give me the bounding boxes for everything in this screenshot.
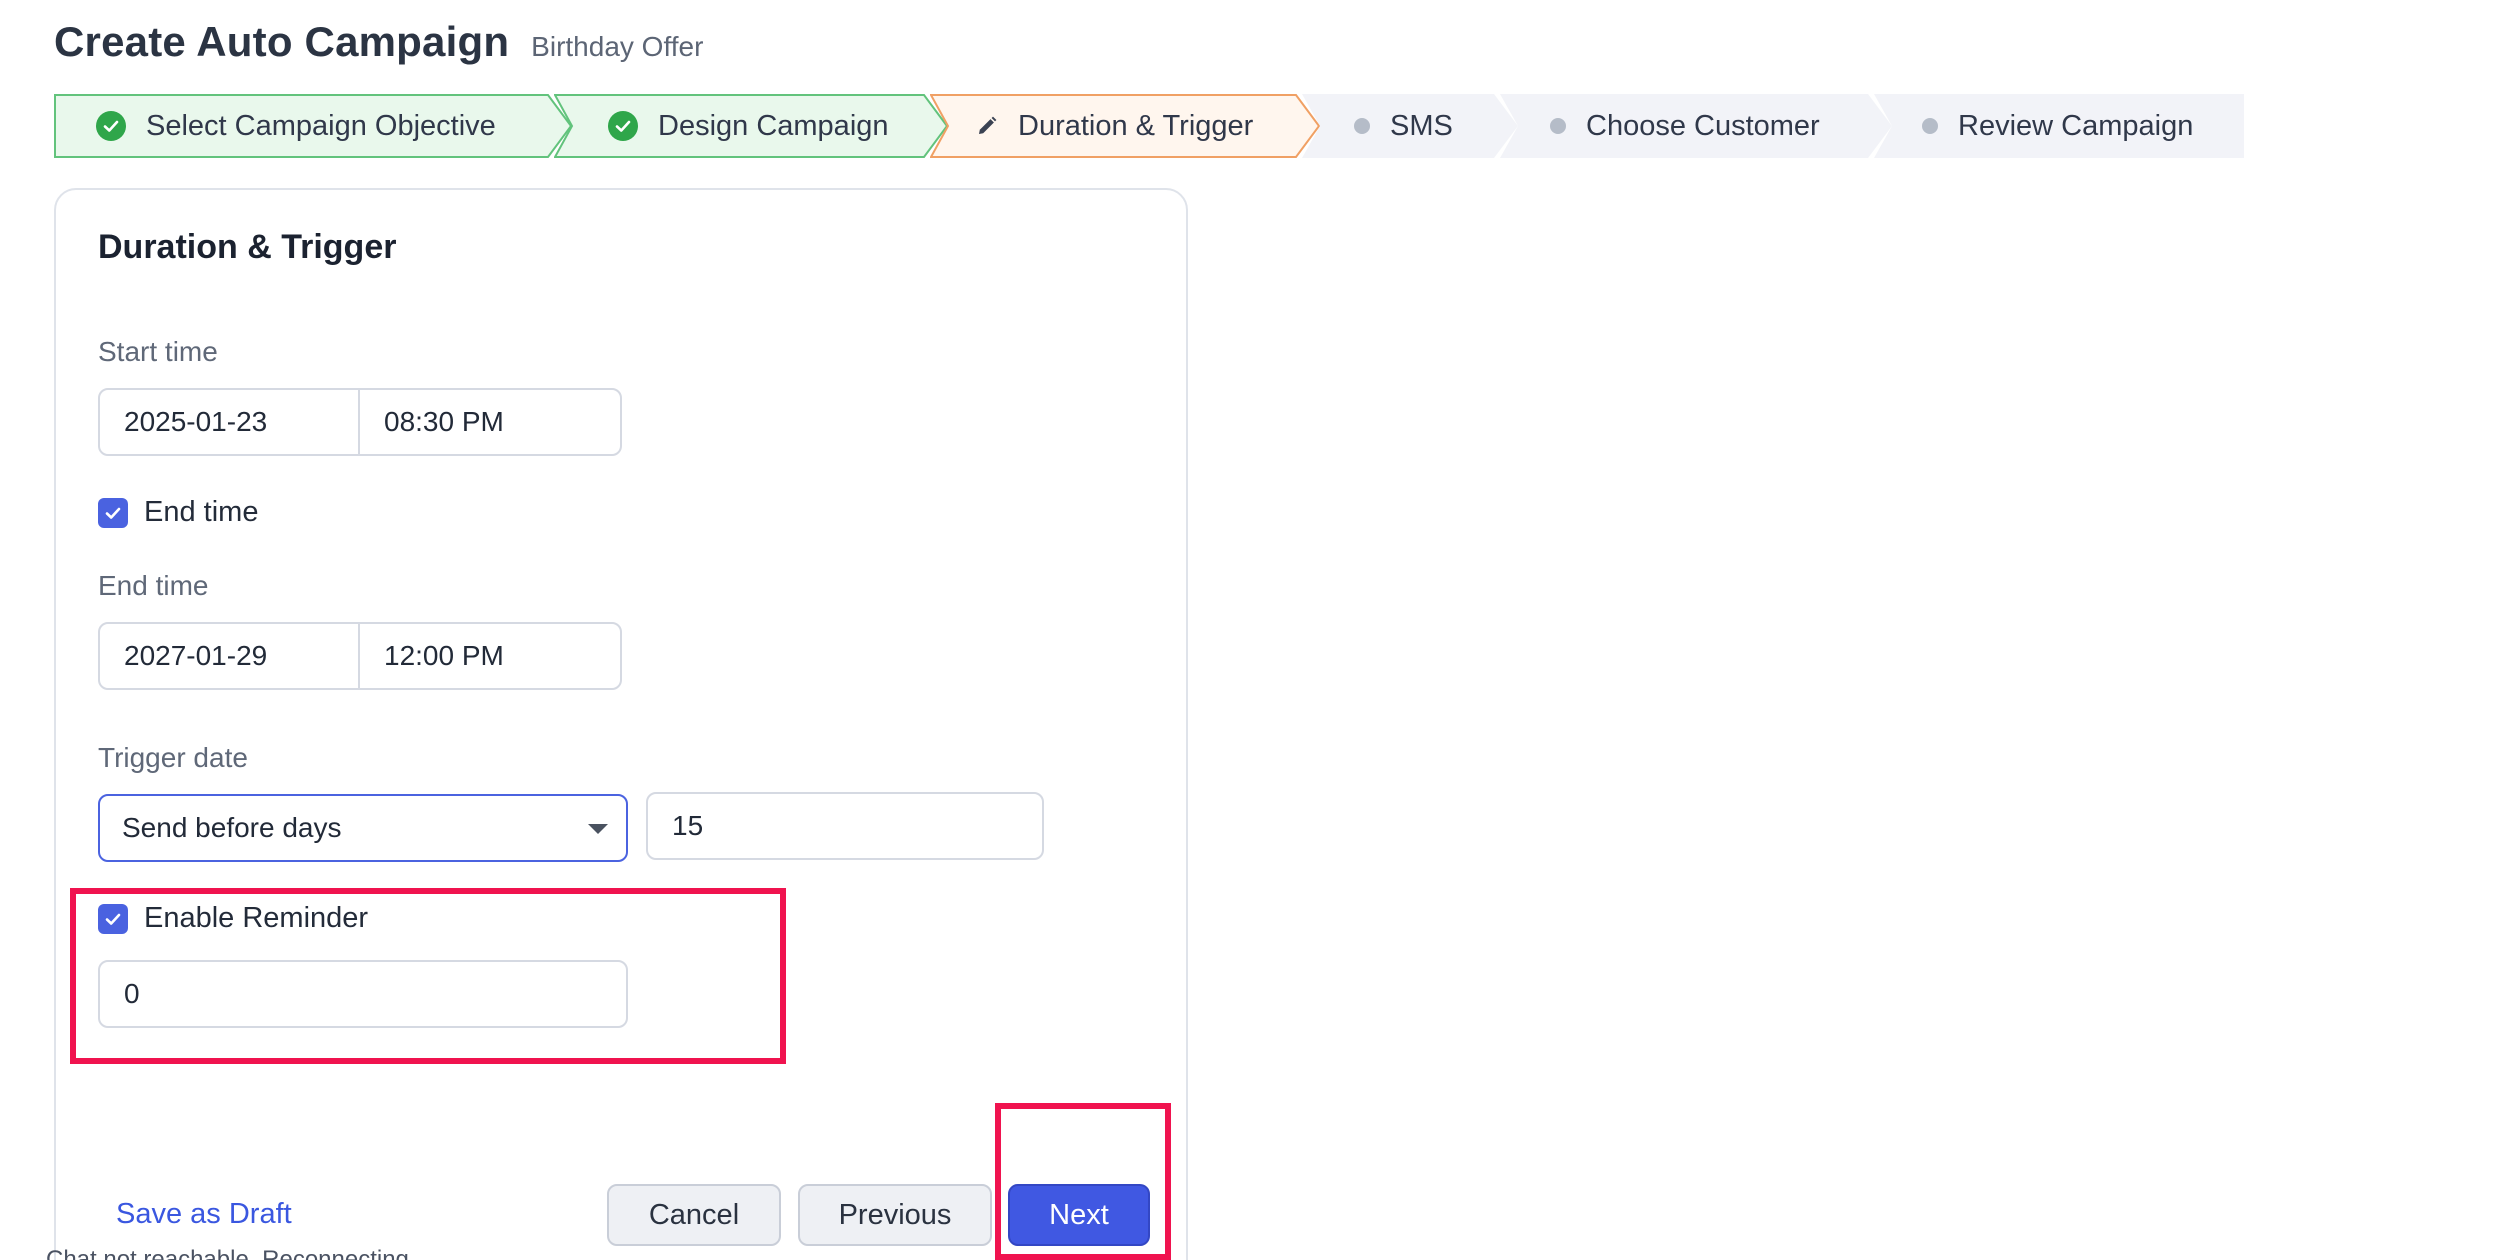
- step-label: Review Campaign: [1958, 109, 2194, 142]
- caret-down-icon: [588, 824, 608, 834]
- page-header: Create Auto Campaign Birthday Offer: [54, 18, 703, 66]
- page-title: Create Auto Campaign: [54, 18, 510, 65]
- pending-dot-icon: [1354, 118, 1370, 134]
- end-time-input[interactable]: 12:00 PM: [360, 624, 620, 688]
- trigger-type-select[interactable]: Send before days: [98, 794, 628, 862]
- check-circle-icon: [608, 111, 638, 141]
- section-title: Duration & Trigger: [98, 228, 397, 266]
- start-date-input[interactable]: 2025-01-23: [100, 390, 360, 454]
- start-time-input[interactable]: 08:30 PM: [360, 390, 620, 454]
- step-review-campaign[interactable]: Review Campaign: [1874, 94, 2244, 158]
- trigger-date-label: Trigger date: [98, 742, 248, 773]
- end-time-toggle[interactable]: End time: [98, 496, 258, 529]
- start-datetime-field: 2025-01-23 08:30 PM: [98, 388, 622, 456]
- check-circle-icon: [96, 111, 126, 141]
- chat-status-text: Chat not reachable. Reconnecting...: [46, 1246, 429, 1260]
- trigger-type-value: Send before days: [122, 812, 342, 843]
- cancel-button[interactable]: Cancel: [607, 1184, 781, 1246]
- pencil-icon: [976, 115, 998, 137]
- step-label: Design Campaign: [658, 109, 889, 142]
- step-label: Select Campaign Objective: [146, 109, 496, 142]
- progress-stepper: Select Campaign Objective Design Campaig…: [54, 94, 2244, 158]
- step-label: Duration & Trigger: [1018, 109, 1254, 142]
- next-button[interactable]: Next: [1008, 1184, 1150, 1246]
- end-time-label: End time: [98, 570, 209, 601]
- end-date-input[interactable]: 2027-01-29: [100, 624, 360, 688]
- step-select-campaign-objective[interactable]: Select Campaign Objective: [54, 94, 572, 158]
- previous-button[interactable]: Previous: [798, 1184, 992, 1246]
- end-time-toggle-label: End time: [144, 496, 259, 528]
- checkbox-checked-icon[interactable]: [98, 497, 128, 528]
- step-sms[interactable]: SMS: [1302, 94, 1518, 158]
- step-label: Choose Customer: [1586, 109, 1820, 142]
- campaign-name: Birthday Offer: [531, 31, 704, 62]
- duration-trigger-card: Duration & Trigger Start time 2025-01-23…: [54, 188, 1188, 1260]
- step-design-campaign[interactable]: Design Campaign: [554, 94, 948, 158]
- trigger-days-input[interactable]: 15: [646, 792, 1044, 860]
- step-choose-customer[interactable]: Choose Customer: [1500, 94, 1892, 158]
- start-time-label: Start time: [98, 336, 218, 367]
- pending-dot-icon: [1550, 118, 1566, 134]
- pending-dot-icon: [1922, 118, 1938, 134]
- save-as-draft-link[interactable]: Save as Draft: [116, 1198, 292, 1231]
- end-datetime-field: 2027-01-29 12:00 PM: [98, 622, 622, 690]
- reminder-highlight-box: [70, 888, 786, 1064]
- step-duration-trigger[interactable]: Duration & Trigger: [930, 94, 1320, 158]
- step-label: SMS: [1390, 109, 1453, 142]
